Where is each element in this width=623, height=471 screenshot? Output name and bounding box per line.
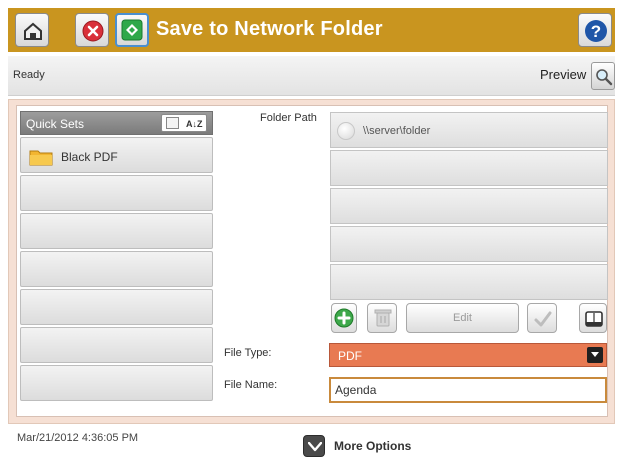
file-type-label: File Type: xyxy=(224,347,272,359)
folder-path-item[interactable] xyxy=(330,264,608,300)
home-icon xyxy=(24,22,42,40)
add-folder-button[interactable] xyxy=(331,303,357,333)
sort-button[interactable]: A↓Z xyxy=(161,114,207,132)
help-icon: ? xyxy=(585,20,607,42)
radio-button[interactable] xyxy=(337,122,355,140)
confirm-button[interactable] xyxy=(527,303,557,333)
checkbox-icon xyxy=(166,117,179,129)
status-bar: Ready Preview xyxy=(8,56,615,96)
delete-folder-button[interactable] xyxy=(367,303,397,333)
more-options-label[interactable]: More Options xyxy=(334,439,411,453)
chevron-down-icon xyxy=(587,347,603,363)
folder-path-label: Folder Path xyxy=(260,112,317,124)
quick-set-label: Black PDF xyxy=(61,150,118,164)
address-book-button[interactable] xyxy=(579,303,607,333)
sort-az-icon: A↓Z xyxy=(186,119,203,129)
content-area: Quick Sets A↓Z Black PDF Folder Path \\s… xyxy=(16,105,608,417)
quick-set-item[interactable] xyxy=(20,365,213,401)
quick-set-item-black-pdf[interactable]: Black PDF xyxy=(20,137,213,173)
checkmark-icon xyxy=(534,311,552,327)
plus-icon xyxy=(334,308,354,328)
quick-sets-title: Quick Sets xyxy=(26,117,85,131)
quick-sets-header: Quick Sets A↓Z xyxy=(20,111,213,135)
stop-icon xyxy=(82,20,104,42)
edit-button[interactable]: Edit xyxy=(406,303,519,333)
preview-label: Preview xyxy=(540,67,587,82)
edit-label: Edit xyxy=(453,312,472,324)
page-title: Save to Network Folder xyxy=(156,18,383,40)
file-type-dropdown[interactable]: PDF xyxy=(329,343,607,367)
quick-set-item[interactable] xyxy=(20,175,213,211)
start-icon xyxy=(121,19,143,41)
start-button[interactable] xyxy=(115,13,149,47)
quick-set-item[interactable] xyxy=(20,251,213,287)
file-name-input[interactable] xyxy=(329,377,607,403)
address-book-icon xyxy=(585,311,603,327)
svg-text:?: ? xyxy=(591,22,601,41)
title-bar: Save to Network Folder ? xyxy=(8,8,615,52)
help-button[interactable]: ? xyxy=(578,13,612,47)
main-panel: Quick Sets A↓Z Black PDF Folder Path \\s… xyxy=(8,99,615,424)
folder-path-item[interactable] xyxy=(330,150,608,186)
quick-set-item[interactable] xyxy=(20,327,213,363)
status-text: Ready xyxy=(13,69,45,81)
folder-path-item[interactable]: \\server\folder xyxy=(330,112,608,148)
preview-button[interactable] xyxy=(591,62,615,90)
stop-button[interactable] xyxy=(75,13,109,47)
quick-set-item[interactable] xyxy=(20,213,213,249)
folder-icon xyxy=(29,150,53,166)
folder-path-item[interactable] xyxy=(330,226,608,262)
folder-path-text: \\server\folder xyxy=(363,125,431,137)
chevron-down-icon xyxy=(308,442,322,452)
trash-icon xyxy=(374,309,392,327)
file-type-value: PDF xyxy=(338,349,362,363)
folder-path-item[interactable] xyxy=(330,188,608,224)
quick-set-item[interactable] xyxy=(20,289,213,325)
magnifier-icon xyxy=(596,69,613,86)
home-button[interactable] xyxy=(15,13,49,47)
datetime-text: Mar/21/2012 4:36:05 PM xyxy=(17,432,139,444)
more-options-button[interactable] xyxy=(303,435,325,457)
file-name-label: File Name: xyxy=(224,379,278,391)
